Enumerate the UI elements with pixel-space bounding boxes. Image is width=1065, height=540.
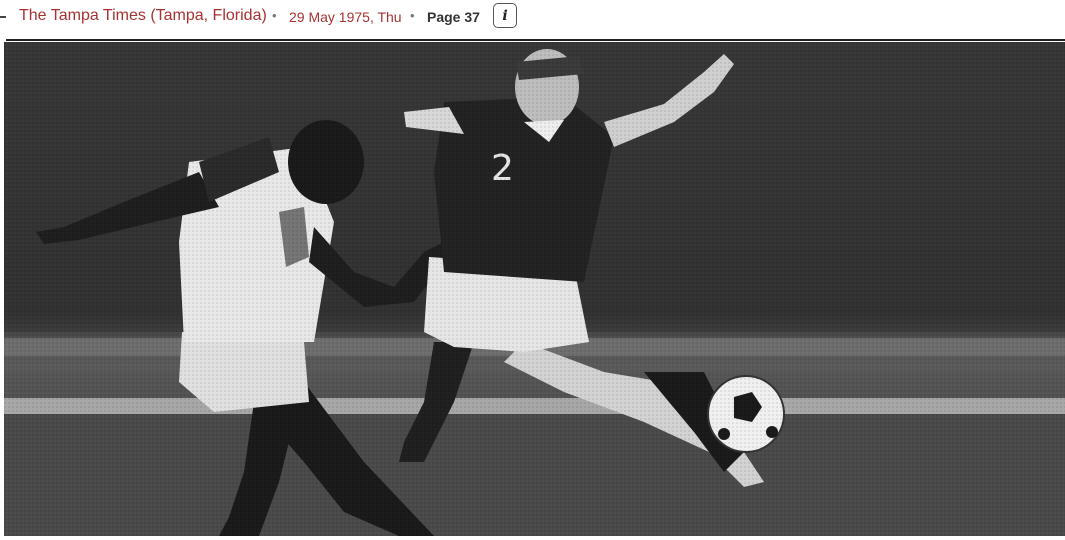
- info-icon: i: [502, 7, 508, 24]
- newspaper-photo[interactable]: 2: [4, 42, 1065, 536]
- soccer-photo-illustration: 2: [4, 42, 1065, 536]
- header-divider: [6, 39, 1065, 41]
- issue-date[interactable]: 29 May 1975, Thu: [289, 9, 402, 25]
- left-edge-marker: [0, 16, 6, 18]
- separator-dot: •: [410, 8, 415, 23]
- newspaper-header: The Tampa Times (Tampa, Florida) • 29 Ma…: [0, 0, 1065, 38]
- separator-dot: •: [272, 8, 277, 23]
- halftone-grain: [4, 42, 1065, 536]
- publication-title-link[interactable]: The Tampa Times (Tampa, Florida): [19, 7, 267, 25]
- info-button[interactable]: i: [493, 3, 517, 28]
- page-number: Page 37: [427, 9, 480, 25]
